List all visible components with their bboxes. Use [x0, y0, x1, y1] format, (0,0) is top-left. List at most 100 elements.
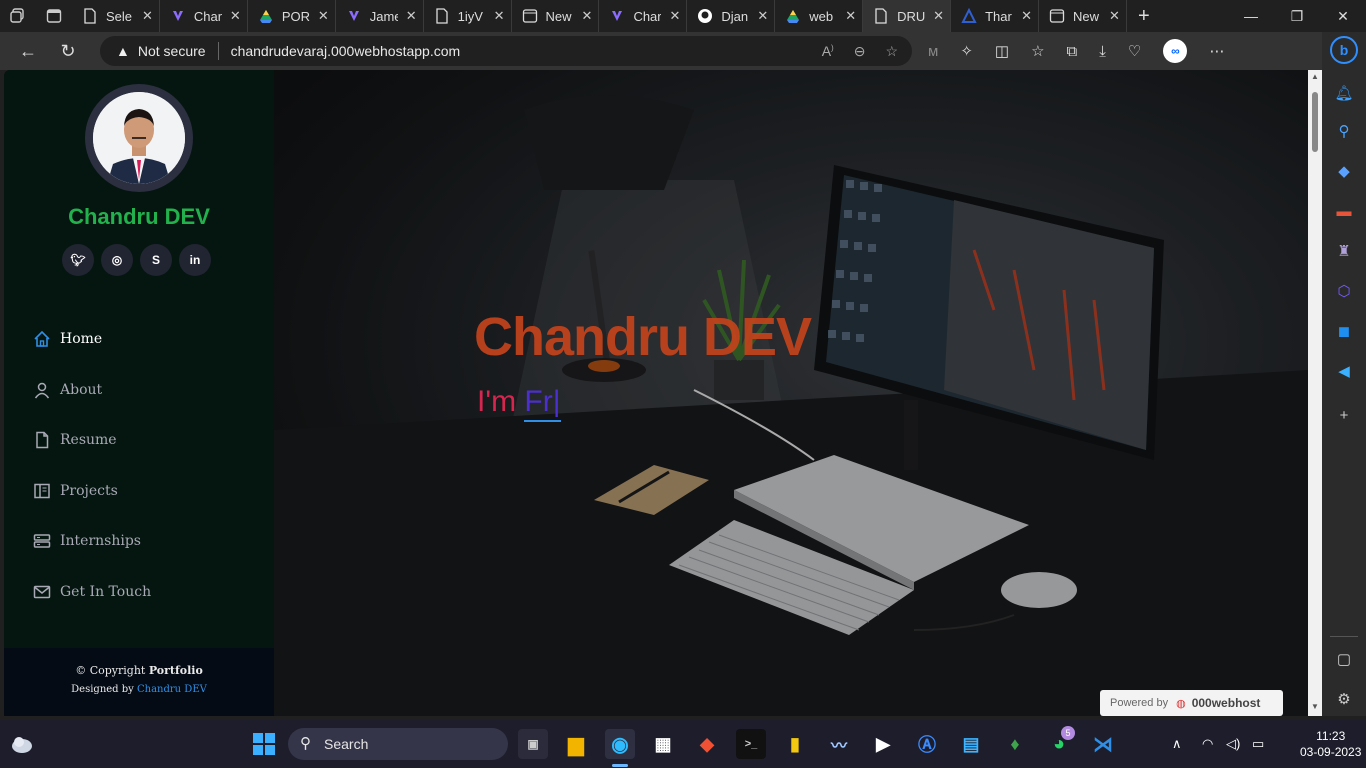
- close-tab-icon[interactable]: ✕: [933, 8, 944, 24]
- browser-tab[interactable]: Thar ✕: [951, 0, 1039, 32]
- browser-tab[interactable]: POR ✕: [248, 0, 336, 32]
- instagram-icon[interactable]: ◎: [101, 244, 133, 276]
- microsoft365-icon[interactable]: ⬡: [1333, 280, 1355, 302]
- favorites-icon[interactable]: ☆: [1031, 42, 1044, 60]
- nav-item-get-in-touch[interactable]: Get In Touch: [32, 567, 151, 618]
- linkedin-icon[interactable]: in: [179, 244, 211, 276]
- twitter-icon[interactable]: 🐦︎: [62, 244, 94, 276]
- wifi-icon[interactable]: ◠: [1202, 720, 1213, 768]
- terminal-icon[interactable]: >_: [736, 729, 766, 759]
- tab-title: 1iyV: [457, 8, 483, 24]
- close-tab-icon[interactable]: ✕: [757, 8, 768, 24]
- nav-item-about[interactable]: About: [32, 365, 151, 416]
- browser-tab[interactable]: 1iyV ✕: [424, 0, 512, 32]
- profile-avatar-icon[interactable]: ∞: [1163, 39, 1188, 63]
- close-tab-icon[interactable]: ✕: [669, 8, 680, 24]
- microsoft-store-icon[interactable]: ▦: [648, 729, 678, 759]
- start-windows-icon[interactable]: [250, 730, 278, 758]
- control-panel-icon[interactable]: ▤: [956, 729, 986, 759]
- mongodb-icon[interactable]: ♦: [1000, 729, 1030, 759]
- performance-icon[interactable]: ♡: [1128, 42, 1141, 60]
- new-tab-button[interactable]: +: [1127, 0, 1161, 32]
- refresh-button[interactable]: ↻: [48, 32, 88, 70]
- warning-icon[interactable]: ▲: [116, 43, 130, 59]
- scrollbar-thumb[interactable]: [1312, 92, 1318, 152]
- nav-item-home[interactable]: Home: [32, 314, 151, 365]
- shopping-tag-icon[interactable]: ◆: [1333, 160, 1355, 182]
- address-bar[interactable]: ▲ Not secure chandrudevaraj.000webhostap…: [100, 36, 912, 66]
- tray-overflow-icon[interactable]: ∧: [1172, 720, 1182, 768]
- git-icon[interactable]: ◆: [692, 729, 722, 759]
- browser-tab[interactable]: DRU ✕: [863, 0, 952, 32]
- extensions-icon[interactable]: ✧: [960, 42, 973, 60]
- close-tab-icon[interactable]: ✕: [845, 8, 856, 24]
- hero-title: Chandru DEV: [474, 307, 812, 367]
- weather-cloud-icon[interactable]: [10, 732, 34, 756]
- browser-tab[interactable]: Char ✕: [599, 0, 688, 32]
- task-view-icon[interactable]: ▣: [518, 729, 548, 759]
- vscode-icon[interactable]: ⋊: [1088, 729, 1118, 759]
- close-tab-icon[interactable]: ✕: [582, 8, 593, 24]
- edge-icon[interactable]: ◉: [605, 729, 635, 759]
- close-tab-icon[interactable]: ✕: [494, 8, 505, 24]
- nav-item-internships[interactable]: Internships: [32, 516, 151, 567]
- browser-tab[interactable]: New ✕: [512, 0, 600, 32]
- outlook-icon[interactable]: ◼: [1333, 320, 1355, 342]
- browser-tab[interactable]: New ✕: [1039, 0, 1127, 32]
- minimize-button[interactable]: —: [1228, 0, 1274, 32]
- add-sidebar-app-icon[interactable]: +: [1333, 404, 1355, 426]
- volume-icon[interactable]: ◁): [1226, 720, 1240, 768]
- url-text[interactable]: chandrudevaraj.000webhostapp.com: [231, 43, 461, 59]
- security-label[interactable]: Not secure: [138, 43, 206, 59]
- nav-item-projects[interactable]: Projects: [32, 466, 151, 517]
- extension-m-icon[interactable]: ᴍ: [928, 43, 938, 60]
- taskbar-clock[interactable]: 11:23 03-09-2023: [1300, 728, 1361, 760]
- bing-copilot-icon[interactable]: b: [1330, 36, 1358, 64]
- sidebar-settings-icon[interactable]: ⚙: [1333, 688, 1355, 710]
- collections-icon[interactable]: ⧉: [1067, 43, 1078, 60]
- media-player-icon[interactable]: ▶: [868, 729, 898, 759]
- close-tab-icon[interactable]: ✕: [142, 8, 153, 24]
- close-tab-icon[interactable]: ✕: [1109, 8, 1120, 24]
- file-explorer-icon[interactable]: ▆: [561, 729, 591, 759]
- browser-tab[interactable]: Char ✕: [160, 0, 248, 32]
- restore-button[interactable]: ❐: [1274, 0, 1320, 32]
- close-tab-icon[interactable]: ✕: [318, 8, 329, 24]
- tab-actions-icon[interactable]: [36, 0, 72, 32]
- anaconda-icon[interactable]: Ⓐ: [912, 729, 942, 759]
- page-scrollbar[interactable]: ▲ ▼: [1308, 70, 1322, 716]
- chart-app-icon[interactable]: 〰: [824, 729, 854, 759]
- favorite-star-icon[interactable]: ☆: [885, 43, 898, 60]
- skype-icon[interactable]: S: [140, 244, 172, 276]
- settings-more-icon[interactable]: ⋯: [1209, 42, 1224, 60]
- games-icon[interactable]: ♜: [1333, 240, 1355, 262]
- tools-briefcase-icon[interactable]: ▬: [1333, 200, 1355, 222]
- downloads-icon[interactable]: ⤓: [1099, 43, 1106, 60]
- taskbar-search[interactable]: ⚲ Search: [288, 728, 508, 760]
- close-tab-icon[interactable]: ✕: [1021, 8, 1032, 24]
- browser-tab[interactable]: Sele ✕: [72, 0, 160, 32]
- read-aloud-icon[interactable]: A): [822, 43, 834, 60]
- zoom-icon[interactable]: ⊖: [854, 43, 866, 60]
- scroll-up-arrow[interactable]: ▲: [1311, 72, 1319, 81]
- browser-tab[interactable]: Djan ✕: [687, 0, 776, 32]
- drop-icon[interactable]: ◀: [1333, 360, 1355, 382]
- split-screen-icon[interactable]: ◫: [995, 42, 1009, 60]
- scroll-down-arrow[interactable]: ▼: [1311, 702, 1319, 711]
- close-tab-icon[interactable]: ✕: [230, 8, 241, 24]
- page-viewport: Chandru DEV 🐦︎ ◎ Sin Home About Resume Projec…: [4, 70, 1322, 716]
- notifications-bell-icon[interactable]: 🔔︎: [1333, 82, 1355, 104]
- designer-link[interactable]: Chandru DEV: [137, 684, 207, 695]
- power-bi-icon[interactable]: ▮: [780, 729, 810, 759]
- nav-item-resume[interactable]: Resume: [32, 415, 151, 466]
- hide-sidebar-icon[interactable]: ▢: [1333, 648, 1355, 670]
- workspaces-icon[interactable]: [0, 0, 36, 32]
- back-button[interactable]: ←: [8, 32, 48, 70]
- battery-icon[interactable]: ▭: [1252, 720, 1264, 768]
- powered-by-badge[interactable]: Powered by ◍ 000webhost: [1100, 690, 1283, 716]
- browser-tab[interactable]: Jame ✕: [336, 0, 424, 32]
- browser-tab[interactable]: web ✕: [775, 0, 864, 32]
- close-tab-icon[interactable]: ✕: [406, 8, 417, 24]
- close-window-button[interactable]: ✕: [1320, 0, 1366, 32]
- search-icon[interactable]: ⚲: [1333, 120, 1355, 142]
